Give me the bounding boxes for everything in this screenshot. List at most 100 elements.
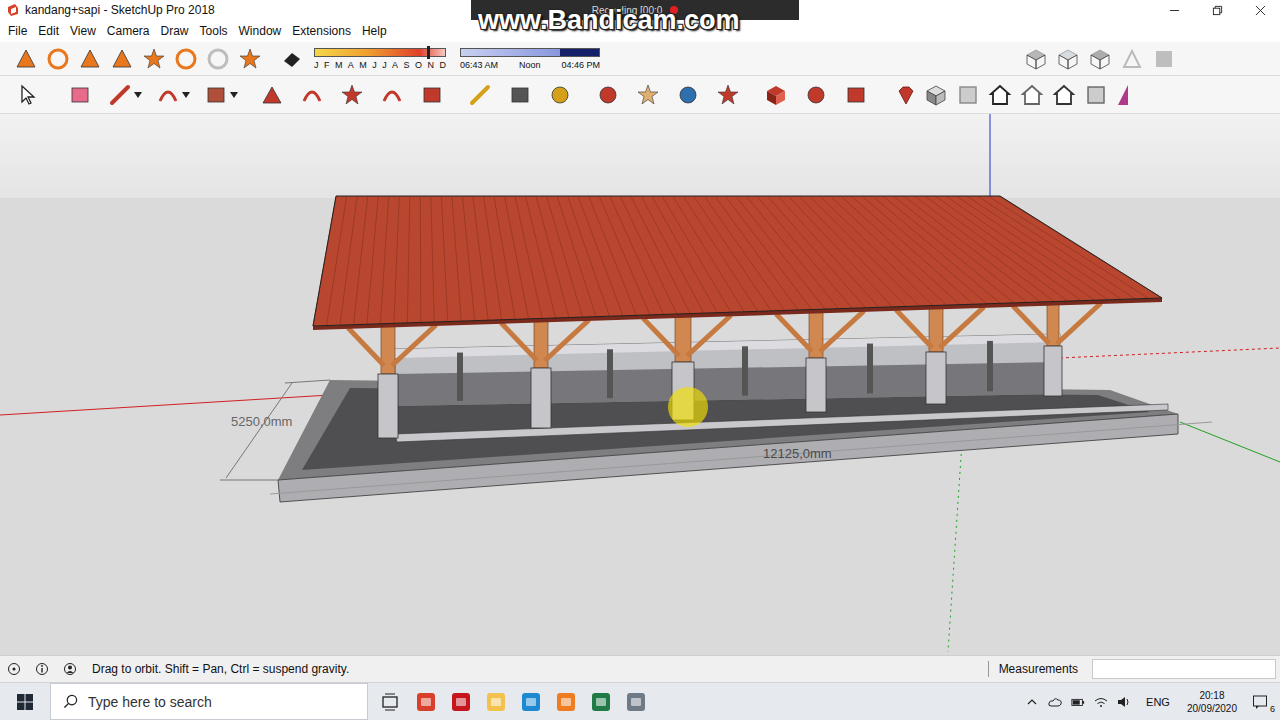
taskbar-search[interactable]: Type here to search: [50, 683, 368, 720]
back-edges-icon[interactable]: [1056, 47, 1080, 71]
firefox-app-icon[interactable]: [555, 691, 577, 713]
top-view-icon[interactable]: [956, 83, 980, 107]
back-view-icon[interactable]: [1052, 83, 1076, 107]
dropdown-arrow-icon[interactable]: [230, 92, 238, 98]
time-label: 04:46 PM: [561, 60, 600, 70]
section-icon[interactable]: [142, 47, 166, 71]
menu-item[interactable]: Help: [362, 24, 387, 38]
task-view-icon[interactable]: [380, 692, 400, 712]
menu-item[interactable]: Window: [239, 24, 282, 38]
zoom-icon[interactable]: [676, 83, 700, 107]
large-tool-set-icon[interactable]: [14, 47, 38, 71]
windows-start-icon[interactable]: [16, 693, 34, 711]
iso-view-icon[interactable]: [924, 83, 948, 107]
date-slider-thumb[interactable]: [427, 46, 430, 59]
arc-icon[interactable]: [156, 83, 180, 107]
search-icon: [63, 694, 78, 709]
orbit-icon[interactable]: [596, 83, 620, 107]
month-label: D: [439, 60, 446, 70]
measurements-field[interactable]: [1092, 659, 1276, 679]
month-label: J: [372, 60, 377, 70]
input-language[interactable]: ENG: [1146, 696, 1170, 708]
model-viewport[interactable]: 5250,0mm12125,0mm: [0, 114, 1280, 655]
shadow-time-slider[interactable]: 06:43 AMNoon04:46 PM: [460, 48, 600, 70]
dimension-label: 12125,0mm: [763, 446, 832, 461]
calculator-app-icon[interactable]: [625, 691, 647, 713]
style-eraser-icon[interactable]: [280, 47, 304, 71]
click-highlight: [668, 387, 708, 427]
cattle-shed-model[interactable]: [0, 114, 1280, 655]
close-icon[interactable]: [1255, 5, 1266, 16]
front-view-icon[interactable]: [988, 83, 1012, 107]
notification-center[interactable]: 6: [1252, 691, 1274, 713]
menu-item[interactable]: Tools: [200, 24, 228, 38]
excel-app-icon[interactable]: [590, 691, 612, 713]
move-icon[interactable]: [340, 83, 364, 107]
tape-icon[interactable]: [468, 83, 492, 107]
paint-bucket-icon[interactable]: [548, 83, 572, 107]
menu-item[interactable]: Camera: [107, 24, 150, 38]
system-tray: ENG 20:1820/09/2020 6: [1025, 689, 1280, 715]
volume-icon[interactable]: [1117, 696, 1131, 708]
cloud-icon[interactable]: [1048, 696, 1062, 708]
menu-item[interactable]: Edit: [38, 24, 59, 38]
shadow-date-slider[interactable]: JFMAMJJASOND: [314, 48, 446, 70]
pan-icon[interactable]: [636, 83, 660, 107]
rectangle-icon[interactable]: [204, 83, 228, 107]
right-view-icon[interactable]: [1020, 83, 1044, 107]
dropdown-arrow-icon[interactable]: [182, 92, 190, 98]
drawing-icon[interactable]: [110, 47, 134, 71]
sandbox-icon[interactable]: [238, 47, 262, 71]
info-icon[interactable]: [35, 662, 49, 676]
geo-status-icon[interactable]: [7, 662, 21, 676]
follow-me-icon[interactable]: [300, 83, 324, 107]
edge-app-icon[interactable]: [520, 691, 542, 713]
scale-icon[interactable]: [420, 83, 444, 107]
time-slider-fill: [560, 49, 599, 56]
sketchup-app-icon[interactable]: [415, 691, 437, 713]
menu-item[interactable]: Draw: [161, 24, 189, 38]
user-icon[interactable]: [63, 662, 77, 676]
watermark: www.Bandicam.com: [478, 5, 740, 36]
eraser-icon[interactable]: [68, 83, 92, 107]
explorer-app-icon[interactable]: [485, 691, 507, 713]
wifi-icon[interactable]: [1094, 696, 1108, 708]
ruby-icon[interactable]: [894, 83, 918, 107]
month-label: A: [392, 60, 398, 70]
clock[interactable]: 20:1820/09/2020: [1187, 689, 1237, 715]
show-hidden-icons-icon[interactable]: [1025, 696, 1039, 708]
minimize-icon[interactable]: [1169, 5, 1180, 16]
zoom-extents-icon[interactable]: [716, 83, 740, 107]
sketchup-icon: [6, 3, 20, 17]
warehouse-models-icon[interactable]: [764, 83, 788, 107]
share-model-icon[interactable]: [844, 83, 868, 107]
geo-icon[interactable]: [206, 47, 230, 71]
select-icon[interactable]: [16, 83, 40, 107]
rotate-icon[interactable]: [380, 83, 404, 107]
text-tool-icon[interactable]: [508, 83, 532, 107]
month-label: M: [335, 60, 343, 70]
dropdown-arrow-icon[interactable]: [134, 92, 142, 98]
camera-icon[interactable]: [46, 47, 70, 71]
time-label: 06:43 AM: [460, 60, 498, 70]
menu-item[interactable]: Extensions: [292, 24, 351, 38]
mirror-icon[interactable]: [1116, 83, 1140, 107]
month-label: S: [404, 60, 410, 70]
menu-item[interactable]: File: [8, 24, 27, 38]
restore-icon[interactable]: [1212, 5, 1223, 16]
month-label: J: [382, 60, 387, 70]
notification-count: 6: [1269, 705, 1276, 714]
hidden-line-icon[interactable]: [1120, 47, 1144, 71]
menu-item[interactable]: View: [70, 24, 96, 38]
pencil-icon[interactable]: [108, 83, 132, 107]
left-view-icon[interactable]: [1084, 83, 1108, 107]
shaded-icon[interactable]: [1152, 47, 1176, 71]
wireframe-icon[interactable]: [1088, 47, 1112, 71]
battery-icon[interactable]: [1071, 696, 1085, 708]
construction-icon[interactable]: [78, 47, 102, 71]
acrobat-app-icon[interactable]: [450, 691, 472, 713]
xray-icon[interactable]: [1024, 47, 1048, 71]
push-pull-icon[interactable]: [260, 83, 284, 107]
warehouse-icon[interactable]: [174, 47, 198, 71]
extension-warehouse-icon[interactable]: [804, 83, 828, 107]
